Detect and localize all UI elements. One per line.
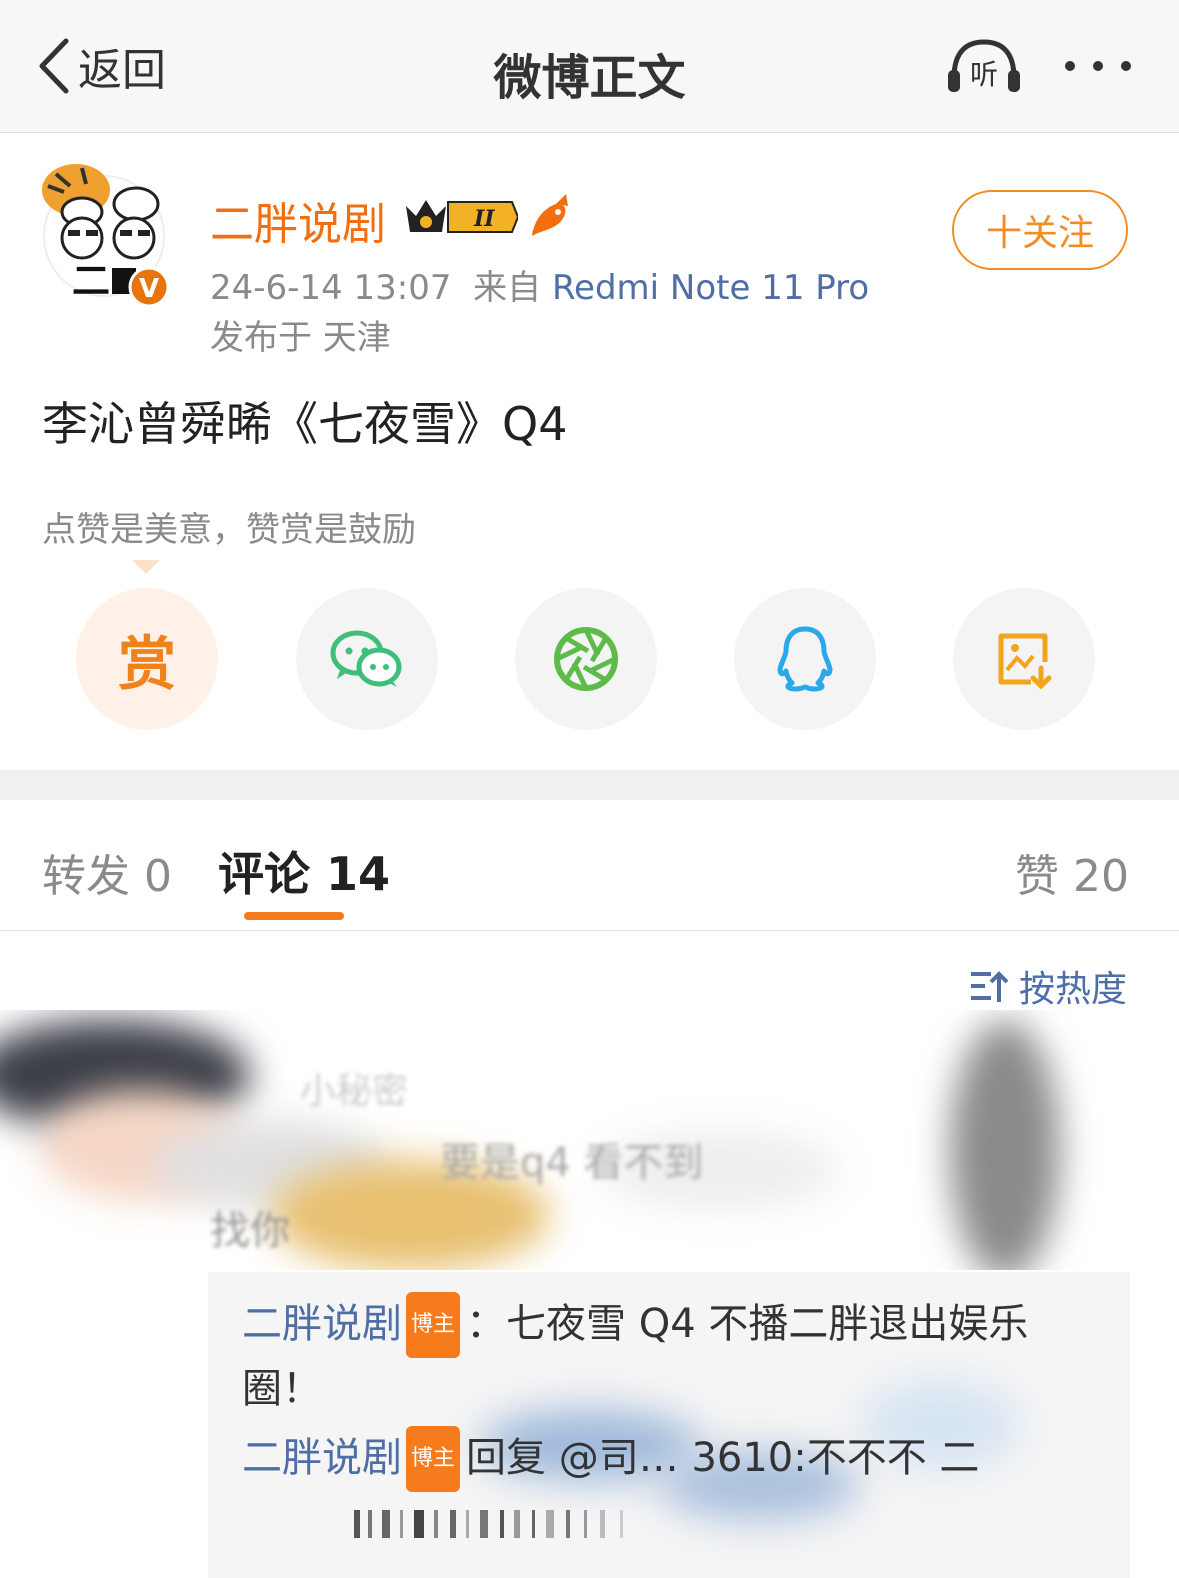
qq-icon xyxy=(777,626,833,692)
post-timestamp: 24-6-14 13:07 xyxy=(210,268,452,308)
share-wechat-button[interactable] xyxy=(296,588,438,730)
comment-author: 小秘密 xyxy=(300,1071,409,1112)
share-qq-button[interactable] xyxy=(734,588,876,730)
reply-author[interactable]: 二胖说剧 xyxy=(242,1301,402,1347)
share-moments-button[interactable] xyxy=(515,588,657,730)
listen-label: 听 xyxy=(970,58,998,91)
more-button[interactable] xyxy=(1062,54,1134,78)
save-image-icon xyxy=(998,633,1052,690)
comment-text: 要是q4 看不到 xyxy=(440,1140,704,1186)
reward-icon: 赏 xyxy=(117,630,176,698)
reward-hint-arrow xyxy=(132,560,160,574)
tab-active-indicator xyxy=(244,912,344,920)
reward-button[interactable]: 赏 xyxy=(76,588,218,730)
author-tag: 博主 xyxy=(406,1292,461,1358)
sort-label: 按热度 xyxy=(1018,969,1127,1010)
reply-item[interactable]: 二胖说剧 博主 回复 @司… 3610:不不不 二 xyxy=(242,1426,1082,1492)
vip-crown-icon: II xyxy=(406,200,518,233)
sort-icon xyxy=(970,971,1009,1002)
fish-icon xyxy=(532,194,568,236)
moments-icon xyxy=(554,627,618,691)
reward-hint: 点赞是美意，赞赏是鼓励 xyxy=(42,510,416,550)
reply-item[interactable]: 二胖说剧 博主 ：七夜雪 Q4 不播二胖退出娱乐圈！ xyxy=(242,1292,1082,1420)
section-divider xyxy=(0,770,1179,800)
post-meta: 24-6-14 13:07 来自 Redmi Note 11 Pro xyxy=(210,260,869,309)
wechat-icon xyxy=(330,630,402,687)
more-icon xyxy=(1065,61,1131,71)
author-name[interactable]: 二胖说剧 xyxy=(210,188,386,252)
tab-repost[interactable]: 转发 0 xyxy=(42,840,172,904)
listen-button[interactable]: 听 xyxy=(946,38,1022,94)
comment-blur xyxy=(950,1020,1060,1270)
via-label: 来自 xyxy=(473,268,542,308)
author-tag: 博主 xyxy=(406,1426,461,1492)
verified-badge: V xyxy=(128,266,170,308)
post-text: 李沁曾舜晞《七夜雪》Q4 xyxy=(42,397,568,451)
post-location: 发布于 天津 xyxy=(210,318,391,358)
svg-text:II: II xyxy=(473,206,495,232)
headphones-icon: 听 xyxy=(948,39,1020,92)
comment-text-line2: 找你 xyxy=(210,1208,290,1254)
follow-button[interactable]: 十关注 xyxy=(952,190,1128,270)
reply-author[interactable]: 二胖说剧 xyxy=(242,1435,402,1481)
post-device[interactable]: Redmi Note 11 Pro xyxy=(552,268,869,308)
avatar-text: 二 xyxy=(72,259,110,298)
redaction-bars xyxy=(354,1510,623,1538)
save-image-button[interactable] xyxy=(953,588,1095,730)
sort-button[interactable]: 按热度 xyxy=(969,960,1127,1012)
tabs-divider xyxy=(0,930,1179,931)
reply-prefix: 回复 xyxy=(466,1435,547,1481)
reply-text: @司… 3610:不不不 二 xyxy=(558,1435,980,1481)
verified-badge-text: V xyxy=(139,274,159,304)
tab-comment[interactable]: 评论 14 xyxy=(218,838,390,904)
tab-like[interactable]: 赞 20 xyxy=(1015,840,1129,904)
